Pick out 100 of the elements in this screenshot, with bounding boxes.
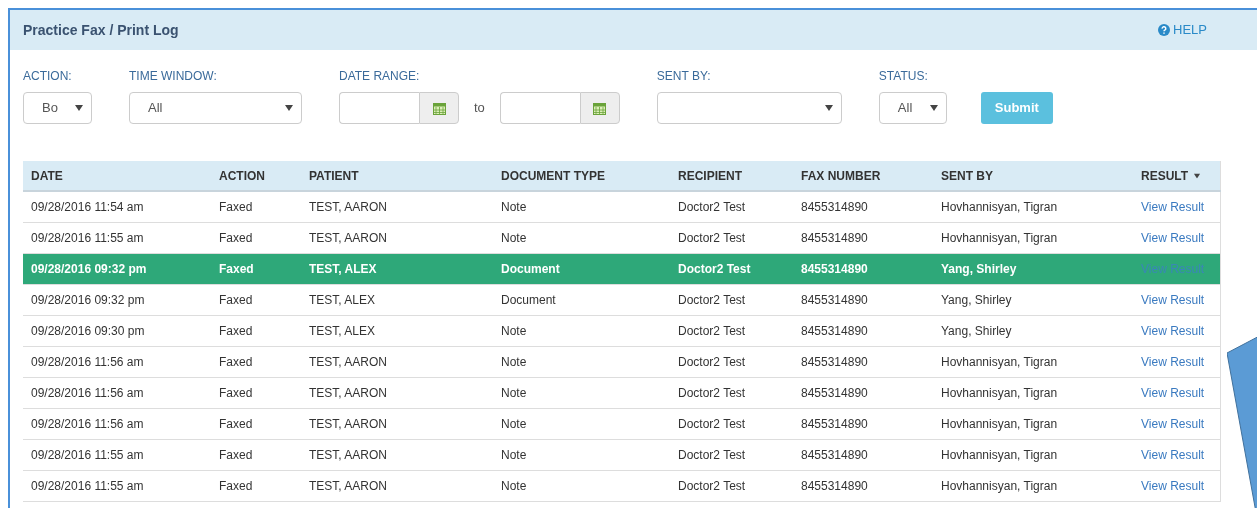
table-cell: 09/28/2016 11:54 am [31, 199, 144, 214]
date-field[interactable] [499, 92, 580, 124]
filter-label: TIME WINDOW: [129, 68, 218, 85]
table-cell: 09/28/2016 11:56 am [31, 416, 144, 431]
table-cell: TEST, AARON [309, 447, 388, 462]
view-result-link[interactable]: View Result [1141, 416, 1205, 431]
table-cell: TEST, AARON [309, 230, 388, 245]
table-cell: TEST, ALEX [309, 292, 376, 307]
table-row[interactable]: 09/28/2016 11:55 am Faxed TEST, AARON Note Doctor2 Test 8455314890 Hovhannisyan, Tigran View Result [23, 222, 1220, 253]
caret-icon [75, 105, 83, 111]
table-cell: 8455314890 [801, 230, 868, 245]
table-cell: Doctor2 Test [678, 478, 746, 493]
table-cell: Faxed [219, 478, 253, 493]
help-icon [1158, 24, 1171, 36]
table-cell: Hovhannisyan, Tigran [941, 199, 1058, 214]
table-row[interactable]: 09/28/2016 09:30 pm Faxed TEST, ALEX Note Doctor2 Test 8455314890 Yang, Shirley View Result [23, 315, 1220, 346]
table-cell: Hovhannisyan, Tigran [941, 354, 1058, 369]
table-cell: Doctor2 Test [678, 230, 746, 245]
table-cell: Faxed [219, 230, 253, 245]
column-header[interactable]: RESULT [1133, 161, 1220, 191]
table-cell: 09/28/2016 11:55 am [31, 478, 144, 493]
table-cell: TEST, ALEX [309, 261, 377, 276]
view-result-link[interactable]: View Result [1141, 230, 1205, 245]
column-header: ACTION [211, 161, 301, 191]
caret-icon [285, 105, 293, 111]
table-cell: 8455314890 [801, 354, 868, 369]
filter-label: DATE RANGE: [339, 68, 421, 85]
table-cell: Note [501, 385, 527, 400]
table-cell: Hovhannisyan, Tigran [941, 447, 1058, 462]
view-result-link[interactable]: View Result [1141, 478, 1205, 493]
table-cell: Faxed [219, 416, 253, 431]
view-result-link[interactable]: View Result [1141, 447, 1205, 462]
calendar-button[interactable] [419, 92, 459, 124]
column-header: DOCUMENT TYPE [493, 161, 670, 191]
table-cell: Doctor2 Test [678, 447, 746, 462]
table-cell: Hovhannisyan, Tigran [941, 230, 1058, 245]
calendar-icon [432, 101, 446, 115]
column-header: RECIPIENT [670, 161, 793, 191]
table-row[interactable]: 09/28/2016 11:56 am Faxed TEST, AARON Note Doctor2 Test 8455314890 Hovhannisyan, Tigran View Result [23, 346, 1220, 377]
table-cell: TEST, AARON [309, 416, 388, 431]
table-cell: 8455314890 [801, 199, 868, 214]
calendar-button[interactable] [579, 92, 620, 124]
date-field[interactable] [339, 92, 419, 124]
table-cell: TEST, AARON [309, 199, 388, 214]
table-cell: 8455314890 [801, 261, 868, 276]
table-cell: Faxed [219, 292, 253, 307]
table-cell: 8455314890 [801, 478, 868, 493]
column-header: DATE [23, 161, 211, 191]
dropdown[interactable]: All [129, 92, 302, 124]
table-cell: 09/28/2016 09:30 pm [31, 323, 145, 338]
dropdown[interactable]: All [878, 92, 947, 124]
table-row[interactable]: 09/28/2016 11:56 am Faxed TEST, AARON Note Doctor2 Test 8455314890 Hovhannisyan, Tigran View Result [23, 377, 1220, 408]
table-cell: Doctor2 Test [678, 416, 746, 431]
table-cell: 09/28/2016 11:56 am [31, 385, 144, 400]
dropdown[interactable]: Bo [23, 92, 92, 124]
table-cell: 8455314890 [801, 292, 868, 307]
caret-icon [824, 105, 833, 111]
view-result-link[interactable]: View Result [1141, 323, 1205, 338]
table-row[interactable]: 09/28/2016 11:55 am Faxed TEST, AARON Note Doctor2 Test 8455314890 Hovhannisyan, Tigran View Result [23, 439, 1220, 470]
table-cell: Doctor2 Test [678, 354, 746, 369]
table-cell: Yang, Shirley [941, 261, 1017, 276]
table-cell: Doctor2 Test [678, 261, 751, 276]
view-result-link[interactable]: View Result [1141, 199, 1205, 214]
table-row[interactable]: 09/28/2016 11:56 am Faxed TEST, AARON Note Doctor2 Test 8455314890 Hovhannisyan, Tigran View Result [23, 408, 1220, 439]
panel-title: Practice Fax / Print Log [23, 20, 179, 40]
table-cell: Yang, Shirley [941, 292, 1012, 307]
filter-label: SENT BY: [656, 68, 712, 85]
table-cell: TEST, ALEX [309, 323, 376, 338]
table-cell: 8455314890 [801, 447, 868, 462]
table-cell: Faxed [219, 261, 254, 276]
dropdown[interactable] [656, 92, 842, 124]
table-cell: TEST, AARON [309, 478, 388, 493]
column-header: FAX NUMBER [793, 161, 933, 191]
table-row[interactable]: 09/28/2016 11:55 am Faxed TEST, AARON Note Doctor2 Test 8455314890 Hovhannisyan, Tigran View Result [23, 470, 1220, 501]
table-row[interactable]: 09/28/2016 11:54 am Faxed TEST, AARON Note Doctor2 Test 8455314890 Hovhannisyan, Tigran View Result [23, 191, 1220, 222]
table-cell: 09/28/2016 09:32 pm [31, 292, 145, 307]
range-separator: to [474, 99, 485, 118]
table-cell: Faxed [219, 447, 253, 462]
table-cell: Note [501, 199, 527, 214]
column-header: SENT BY [933, 161, 1133, 191]
table-row[interactable]: 09/28/2016 09:32 pm Faxed TEST, ALEX Document Doctor2 Test 8455314890 Yang, Shirley View Result [23, 284, 1220, 315]
view-result-link[interactable]: View Result [1141, 385, 1205, 400]
table-cell: Doctor2 Test [678, 323, 746, 338]
table-cell: Hovhannisyan, Tigran [941, 385, 1058, 400]
table-cell: Faxed [219, 323, 253, 338]
table-cell: Faxed [219, 354, 253, 369]
calendar-icon [593, 101, 607, 115]
table-cell: Doctor2 Test [678, 385, 746, 400]
table-cell: Doctor2 Test [678, 292, 746, 307]
table-cell: 8455314890 [801, 416, 868, 431]
filter-label: STATUS: [878, 68, 929, 85]
table-cell: Hovhannisyan, Tigran [941, 478, 1058, 493]
table-cell: 8455314890 [801, 323, 868, 338]
filter-label: ACTION: [23, 68, 73, 85]
view-result-link[interactable]: View Result [1141, 354, 1205, 369]
table-cell: 09/28/2016 11:56 am [31, 354, 144, 369]
view-result-link[interactable]: View Result [1141, 292, 1205, 307]
table-cell: 8455314890 [801, 385, 868, 400]
table-cell: 09/28/2016 11:55 am [31, 447, 144, 462]
table-cell: Doctor2 Test [678, 199, 746, 214]
